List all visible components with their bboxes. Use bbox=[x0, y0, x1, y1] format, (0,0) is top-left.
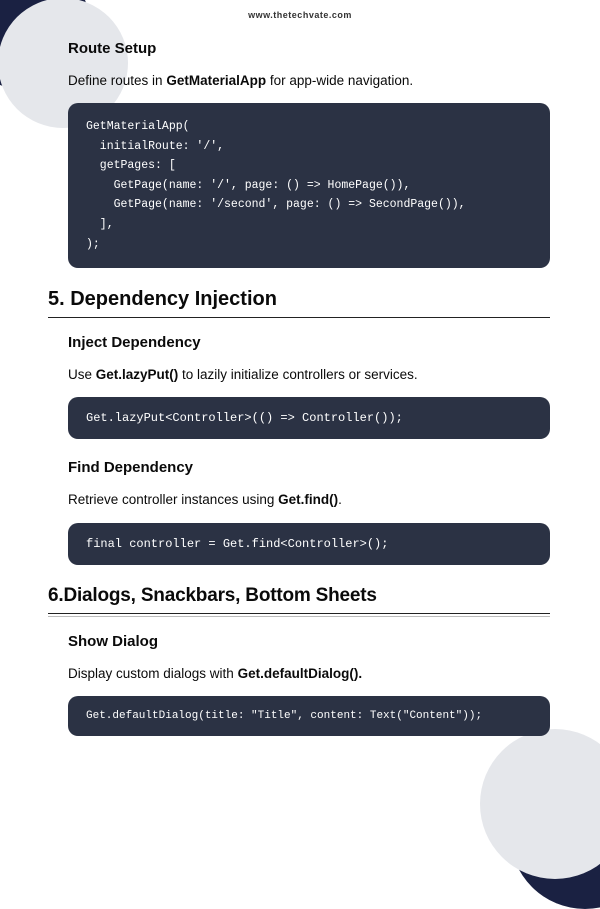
bold-text: Get.defaultDialog(). bbox=[238, 666, 363, 681]
show-dialog-para: Display custom dialogs with Get.defaultD… bbox=[68, 664, 550, 684]
section-6-title: 6.Dialogs, Snackbars, Bottom Sheets bbox=[48, 585, 550, 614]
bold-text: Get.find() bbox=[278, 492, 338, 507]
route-setup-para: Define routes in GetMaterialApp for app-… bbox=[68, 71, 550, 91]
text: . bbox=[338, 492, 342, 507]
page-container: www.thetechvate.com Route Setup Define r… bbox=[0, 0, 600, 786]
text: Define routes in bbox=[68, 73, 166, 88]
site-url: www.thetechvate.com bbox=[40, 10, 560, 20]
route-setup-heading: Route Setup bbox=[68, 40, 550, 57]
content-area: Route Setup Define routes in GetMaterial… bbox=[40, 40, 560, 736]
text: to lazily initialize controllers or serv… bbox=[178, 367, 417, 382]
text: Use bbox=[68, 367, 96, 382]
text: for app-wide navigation. bbox=[266, 73, 413, 88]
section-rule bbox=[48, 616, 550, 617]
show-dialog-heading: Show Dialog bbox=[68, 633, 550, 650]
show-dialog-code: Get.defaultDialog(title: "Title", conten… bbox=[68, 696, 550, 736]
find-dependency-para: Retrieve controller instances using Get.… bbox=[68, 490, 550, 510]
bold-text: Get.lazyPut() bbox=[96, 367, 179, 382]
bold-text: GetMaterialApp bbox=[166, 73, 266, 88]
inject-dependency-para: Use Get.lazyPut() to lazily initialize c… bbox=[68, 365, 550, 385]
text: Retrieve controller instances using bbox=[68, 492, 278, 507]
route-setup-code: GetMaterialApp( initialRoute: '/', getPa… bbox=[68, 103, 550, 268]
inject-dependency-heading: Inject Dependency bbox=[68, 334, 550, 351]
inject-dependency-code: Get.lazyPut<Controller>(() => Controller… bbox=[68, 397, 550, 439]
section-5-title: 5. Dependency Injection bbox=[48, 288, 550, 318]
text: Display custom dialogs with bbox=[68, 666, 238, 681]
find-dependency-heading: Find Dependency bbox=[68, 459, 550, 476]
find-dependency-code: final controller = Get.find<Controller>(… bbox=[68, 523, 550, 565]
